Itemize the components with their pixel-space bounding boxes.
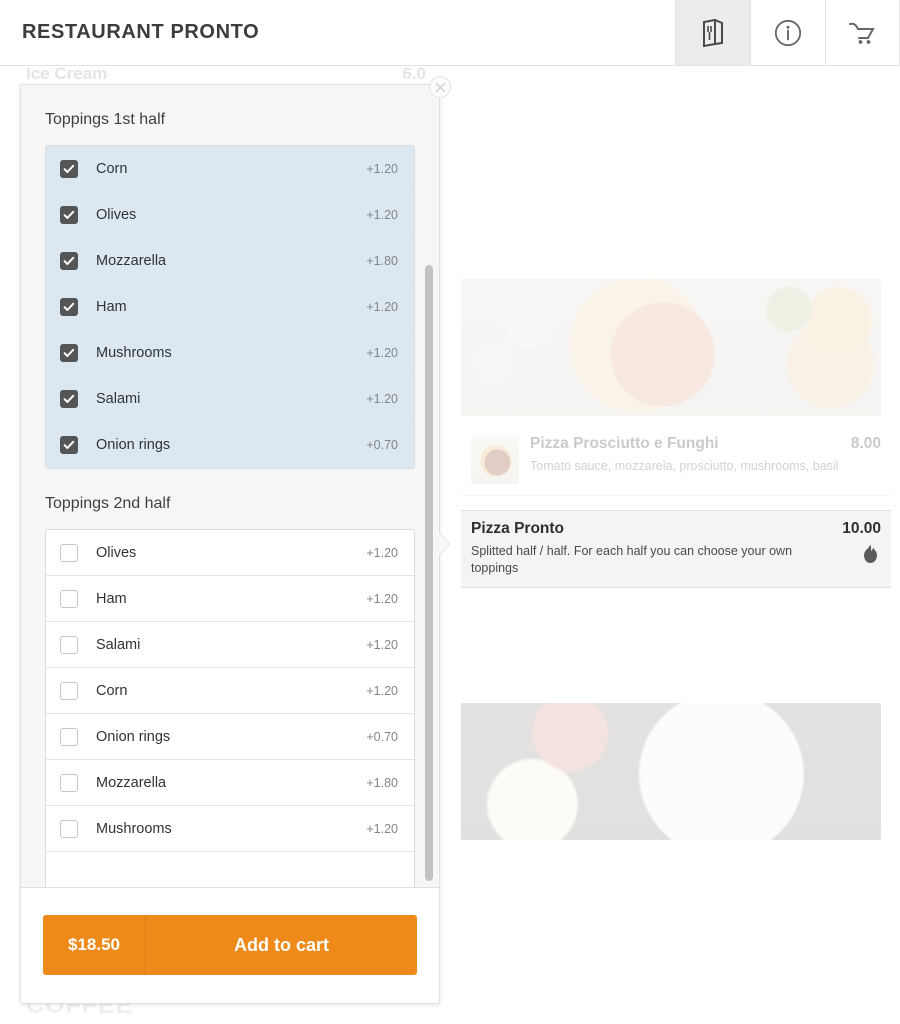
checkbox-unchecked-icon[interactable]	[60, 681, 78, 700]
cart-icon	[847, 19, 879, 47]
option-label: Olives	[96, 544, 137, 561]
menu-item-price: 8.00	[850, 435, 881, 452]
close-icon[interactable]	[429, 76, 451, 98]
pizza-banner-image	[461, 279, 881, 416]
modal-footer: $18.50 Add to cart	[21, 887, 439, 1003]
option-price: +0.70	[366, 729, 398, 744]
option-price: +1.20	[366, 683, 398, 698]
option-row[interactable]: Onion rings +0.70	[46, 714, 414, 760]
option-label: Mozzarella	[96, 252, 167, 269]
option-row[interactable]: Mozzarella +1.80	[46, 760, 414, 806]
option-label: Salami	[96, 390, 141, 407]
option-row[interactable]: Ham +1.20	[46, 576, 414, 622]
options-list-first-half: Corn +1.20 Olives +1.20 Mozzarella +1.80	[45, 145, 415, 469]
option-price: +1.20	[366, 591, 398, 606]
option-label: Salami	[96, 636, 141, 653]
option-row[interactable]: Mozzarella +1.80	[46, 238, 414, 284]
spicy-flame-icon	[862, 544, 879, 569]
option-label: Mushrooms	[96, 820, 172, 837]
menu-right-column: Pizza Prosciutto e Funghi 8.00 Tomato sa…	[452, 66, 900, 1024]
menu-item-title: Pizza Prosciutto e Funghi	[530, 435, 719, 452]
checkbox-checked-icon[interactable]	[60, 159, 78, 178]
checkbox-unchecked-icon[interactable]	[60, 635, 78, 654]
option-row[interactable]: Salami +1.20	[46, 622, 414, 668]
option-label: Mozzarella	[96, 774, 167, 791]
option-price: +1.80	[366, 253, 398, 268]
menu-item-description: Tomato sauce, mozzarela, prosciutto, mus…	[530, 459, 839, 473]
option-row[interactable]: Mushrooms +1.20	[46, 806, 414, 852]
app-header: RESTAURANT PRONTO	[0, 0, 900, 66]
checkbox-checked-icon[interactable]	[60, 251, 78, 270]
checkbox-unchecked-icon[interactable]	[60, 819, 78, 838]
checkbox-unchecked-icon[interactable]	[60, 589, 78, 608]
menu-item-description: Splitted half / half. For each half you …	[471, 544, 793, 575]
option-row[interactable]: Onion rings +0.70	[46, 422, 414, 468]
option-price: +1.20	[366, 637, 398, 652]
checkbox-checked-icon[interactable]	[60, 436, 78, 454]
checkbox-checked-icon[interactable]	[60, 389, 78, 408]
menu-item-pizza-pronto[interactable]: Pizza Pronto 10.00 Splitted half / half.…	[461, 510, 891, 589]
checkbox-checked-icon[interactable]	[60, 343, 78, 362]
header-actions	[675, 0, 900, 65]
option-row[interactable]: Mushrooms +1.20	[46, 330, 414, 376]
option-price: +1.80	[366, 775, 398, 790]
option-label: Ham	[96, 590, 127, 607]
option-label: Ham	[96, 298, 127, 315]
option-row[interactable]: Corn +1.20	[46, 146, 414, 192]
pasta-banner-image	[461, 703, 881, 840]
info-icon-button[interactable]	[750, 0, 825, 65]
brand-title: RESTAURANT PRONTO	[22, 21, 260, 43]
modal-pointer	[439, 533, 450, 555]
checkbox-checked-icon[interactable]	[60, 205, 78, 224]
option-price: +1.20	[366, 161, 398, 176]
menu-item-thumbnail	[471, 436, 519, 484]
app-root: RESTAURANT PRONTO Ice Cream 6.0 COFFEE P…	[0, 0, 900, 1024]
menu-item-price: 10.00	[842, 520, 881, 537]
menu-item-title: Pizza Pronto	[471, 520, 565, 537]
option-row[interactable]: Corn +1.20	[46, 668, 414, 714]
cart-icon-button[interactable]	[825, 0, 900, 65]
toppings-modal: Toppings 1st half Corn +1.20 Olives +1.2…	[20, 76, 451, 1004]
checkbox-checked-icon[interactable]	[60, 297, 78, 316]
menu-icon-button[interactable]	[675, 0, 750, 65]
checkbox-unchecked-icon[interactable]	[60, 773, 78, 792]
option-price: +1.20	[366, 345, 398, 360]
menu-icon	[700, 18, 726, 47]
add-to-cart-label: Add to cart	[233, 934, 329, 955]
option-price: +1.20	[366, 545, 398, 560]
modal-scroll-area: Toppings 1st half Corn +1.20 Olives +1.2…	[21, 85, 439, 887]
option-label: Onion rings	[96, 728, 171, 745]
group-title-first-half: Toppings 1st half	[45, 111, 166, 128]
option-label: Corn	[96, 682, 128, 699]
option-price: +1.20	[366, 821, 398, 836]
option-row-partial[interactable]	[46, 852, 414, 887]
group-title-second-half: Toppings 2nd half	[45, 495, 171, 512]
option-row[interactable]: Olives +1.20	[46, 192, 414, 238]
modal-scrollbar-thumb[interactable]	[425, 265, 433, 881]
option-label: Corn	[96, 160, 128, 177]
option-price: +1.20	[366, 391, 398, 406]
option-row[interactable]: Olives +1.20	[46, 530, 414, 576]
option-label: Mushrooms	[96, 344, 172, 361]
option-price: +0.70	[366, 438, 398, 452]
option-row[interactable]: Ham +1.20	[46, 284, 414, 330]
add-to-cart-button[interactable]: $18.50 Add to cart	[43, 915, 417, 975]
background-item-title: Ice Cream	[26, 66, 108, 83]
option-label: Olives	[96, 206, 137, 223]
cart-total-price: $18.50	[43, 915, 146, 975]
option-price: +1.20	[366, 299, 398, 314]
background-item-price: 6.0	[402, 66, 426, 83]
menu-item-prosciutto[interactable]: Pizza Prosciutto e Funghi 8.00 Tomato sa…	[461, 426, 891, 496]
info-icon	[773, 18, 803, 48]
option-row[interactable]: Salami +1.20	[46, 376, 414, 422]
checkbox-unchecked-icon[interactable]	[60, 727, 78, 746]
option-label: Onion rings	[96, 437, 171, 453]
option-price: +1.20	[366, 207, 398, 222]
checkbox-unchecked-icon[interactable]	[60, 543, 78, 562]
options-list-second-half: Olives +1.20 Ham +1.20 Salami +1.20 Corn	[45, 529, 415, 887]
